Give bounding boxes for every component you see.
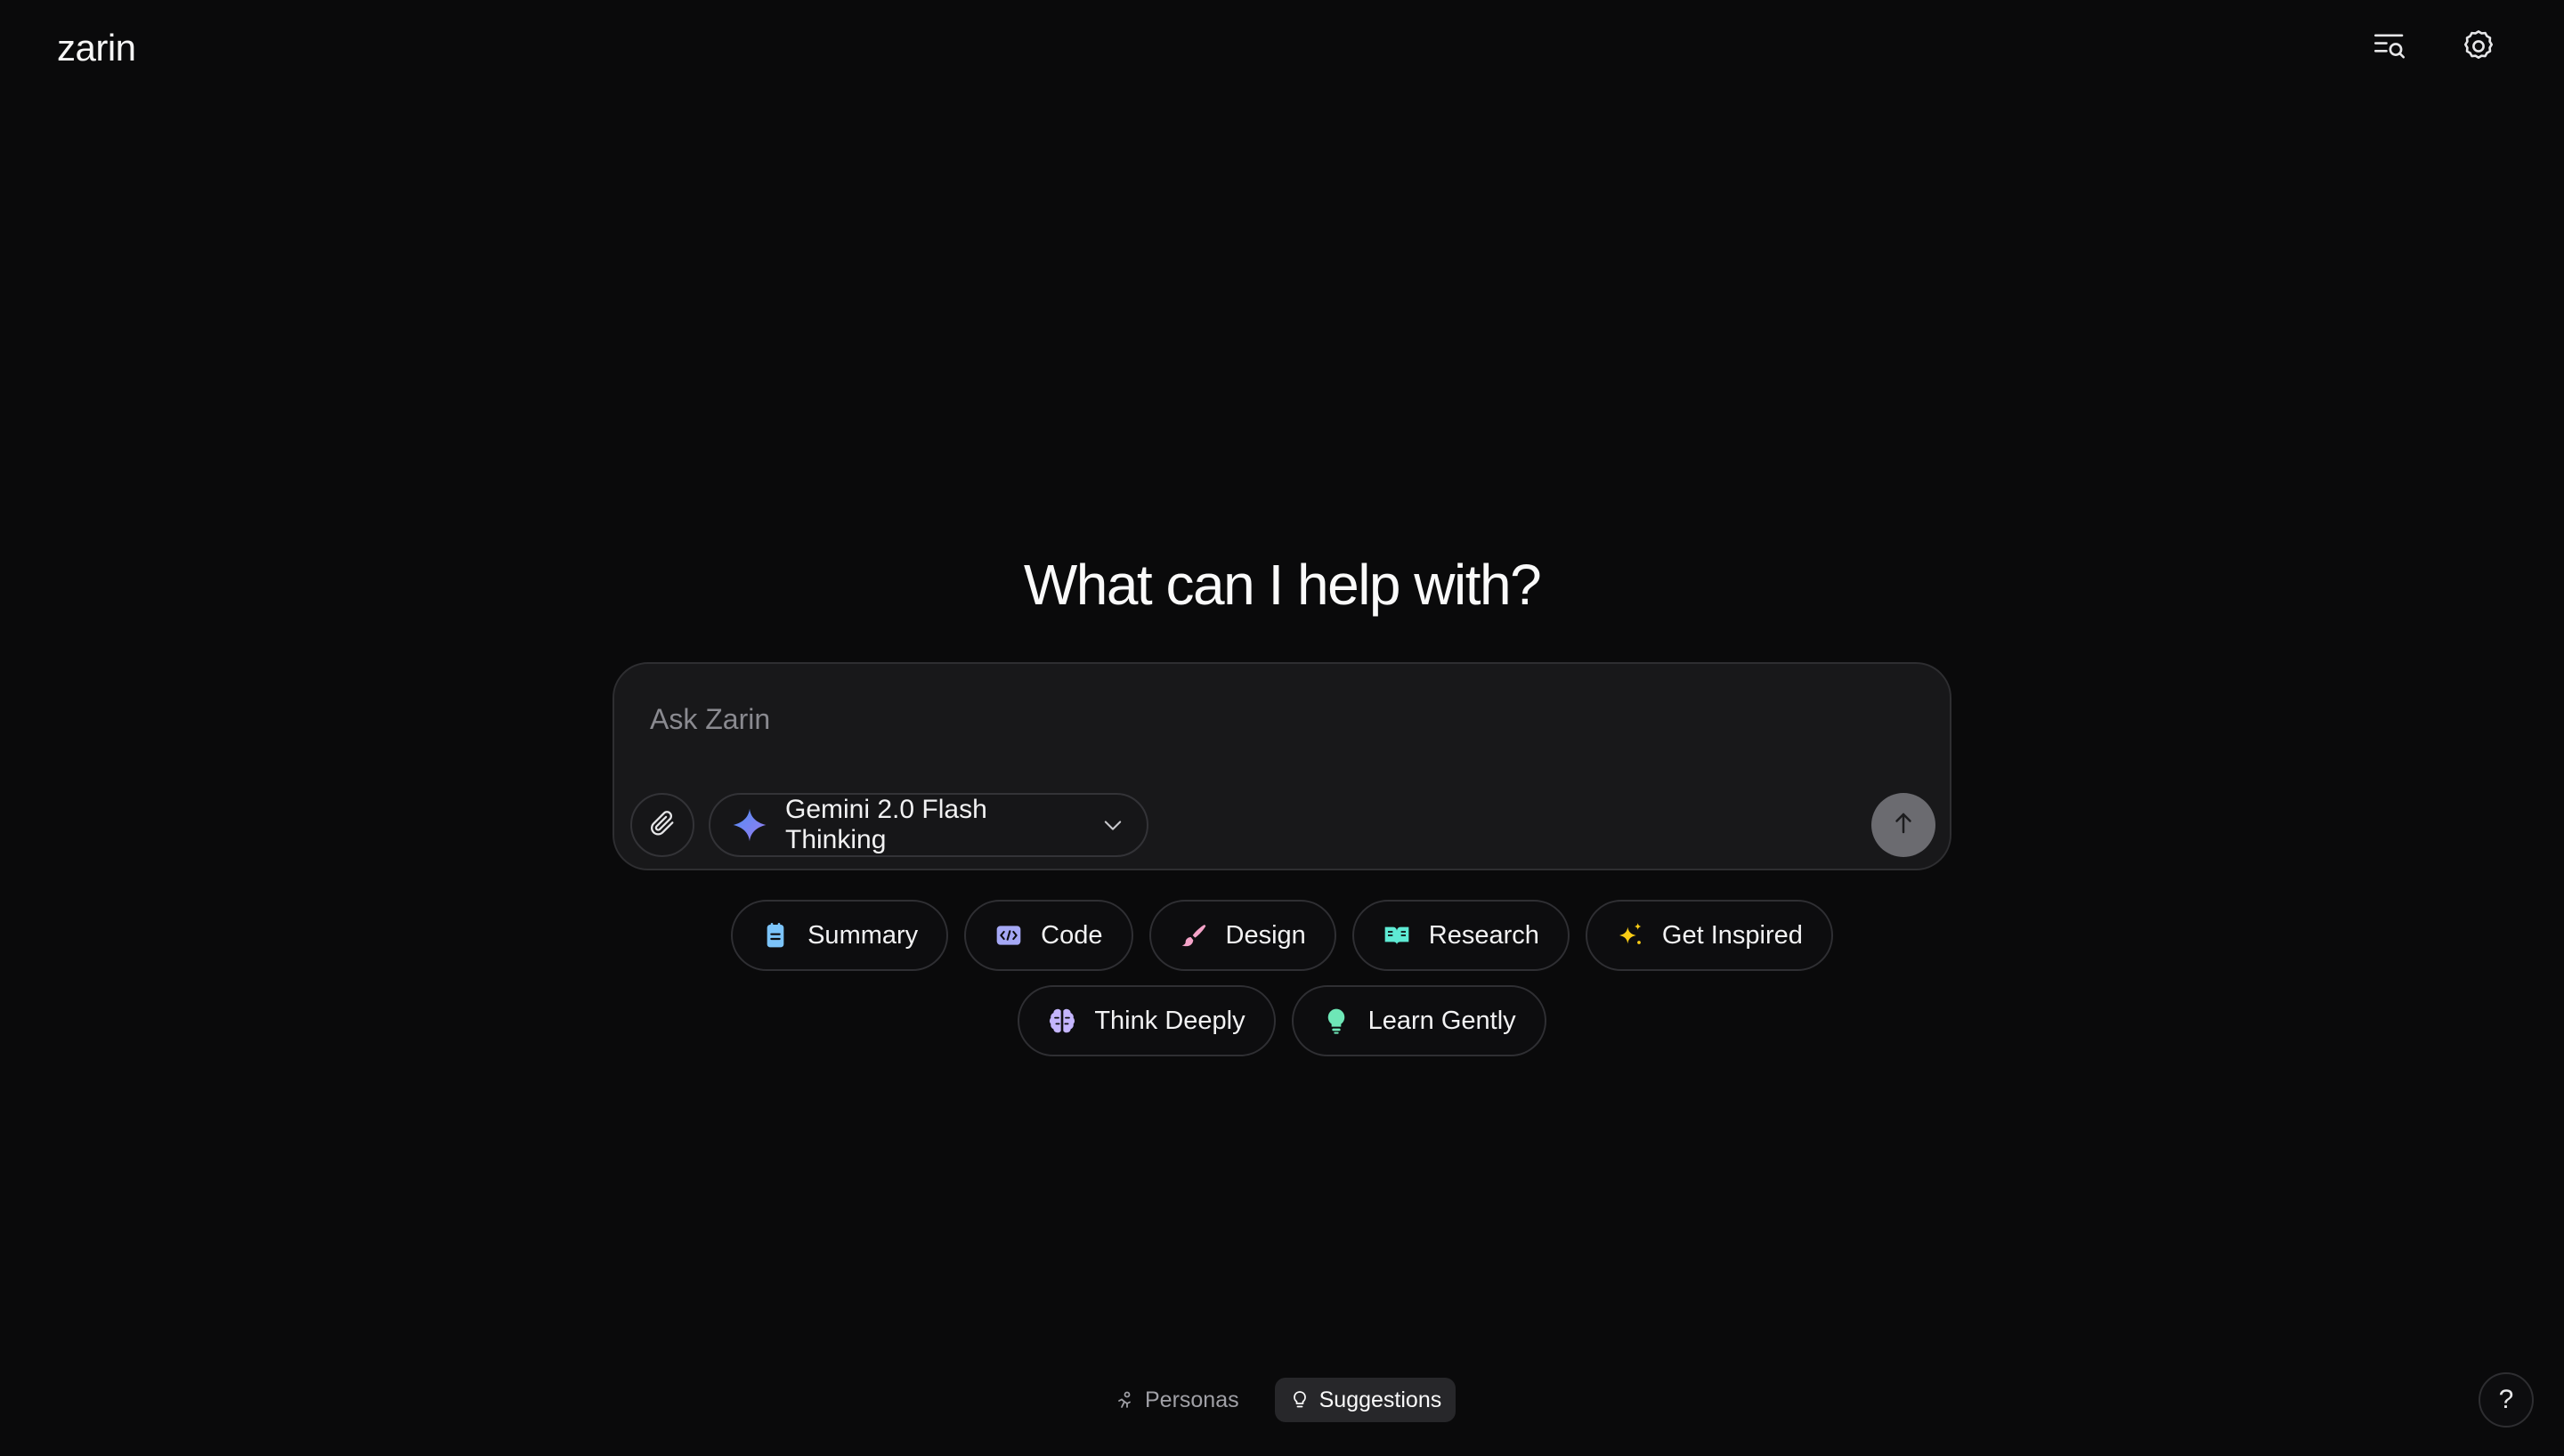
suggestion-summary[interactable]: Summary: [731, 900, 949, 971]
prompt-composer: Gemini 2.0 Flash Thinking: [613, 662, 1951, 870]
lightbulb-outline-icon: [1289, 1389, 1310, 1411]
model-selector[interactable]: Gemini 2.0 Flash Thinking: [709, 793, 1148, 857]
suggestion-label: Think Deeply: [1094, 1006, 1245, 1035]
page-headline: What can I help with?: [1023, 553, 1542, 617]
search-history-icon: [2371, 28, 2408, 69]
prompt-input[interactable]: [650, 692, 1896, 746]
app-logo[interactable]: zarin: [57, 27, 136, 69]
suggestion-row: Summary Code Design Research Get Inspire…: [0, 900, 2564, 971]
attach-button[interactable]: [630, 793, 694, 857]
suggestion-row: Think Deeply Learn Gently: [0, 985, 2564, 1056]
suggestion-label: Design: [1225, 920, 1306, 950]
code-icon: [994, 921, 1023, 950]
suggestion-label: Get Inspired: [1661, 920, 1803, 950]
mode-label: Suggestions: [1319, 1387, 1442, 1412]
arrow-up-icon: [1890, 810, 1917, 841]
suggestion-label: Code: [1041, 920, 1103, 950]
paperclip-icon: [647, 808, 678, 843]
mode-label: Personas: [1145, 1387, 1239, 1412]
brain-icon: [1048, 1007, 1076, 1035]
suggestion-label: Learn Gently: [1367, 1006, 1516, 1035]
suggestion-research[interactable]: Research: [1351, 900, 1570, 971]
suggestion-think-deeply[interactable]: Think Deeply: [1018, 985, 1276, 1056]
settings-button[interactable]: [2450, 20, 2507, 77]
personas-icon: [1115, 1389, 1136, 1411]
send-button[interactable]: [1871, 793, 1935, 857]
book-icon: [1383, 921, 1411, 950]
help-button[interactable]: ?: [2479, 1372, 2534, 1428]
lightbulb-icon: [1322, 1007, 1351, 1035]
chevron-down-icon: [1100, 813, 1125, 837]
search-history-button[interactable]: [2361, 20, 2418, 77]
suggestion-get-inspired[interactable]: Get Inspired: [1585, 900, 1833, 971]
gemini-sparkle-icon: [732, 807, 767, 843]
app-root: zarin What can I help with? Ask Zarin Ge…: [0, 0, 2564, 1456]
suggestion-label: Summary: [807, 920, 919, 950]
brush-icon: [1180, 921, 1208, 950]
mode-personas[interactable]: Personas: [1100, 1378, 1254, 1422]
suggestion-learn-gently[interactable]: Learn Gently: [1291, 985, 1546, 1056]
suggestion-code[interactable]: Code: [964, 900, 1133, 971]
sparkles-icon: [1616, 921, 1644, 950]
suggestion-label: Research: [1428, 920, 1539, 950]
mode-toggle: Personas Suggestions: [1100, 1378, 1456, 1422]
gear-icon: [2460, 28, 2497, 69]
suggestion-design[interactable]: Design: [1148, 900, 1336, 971]
model-name: Gemini 2.0 Flash Thinking: [785, 795, 987, 854]
notepad-icon: [761, 921, 790, 950]
mode-suggestions[interactable]: Suggestions: [1274, 1378, 1456, 1422]
